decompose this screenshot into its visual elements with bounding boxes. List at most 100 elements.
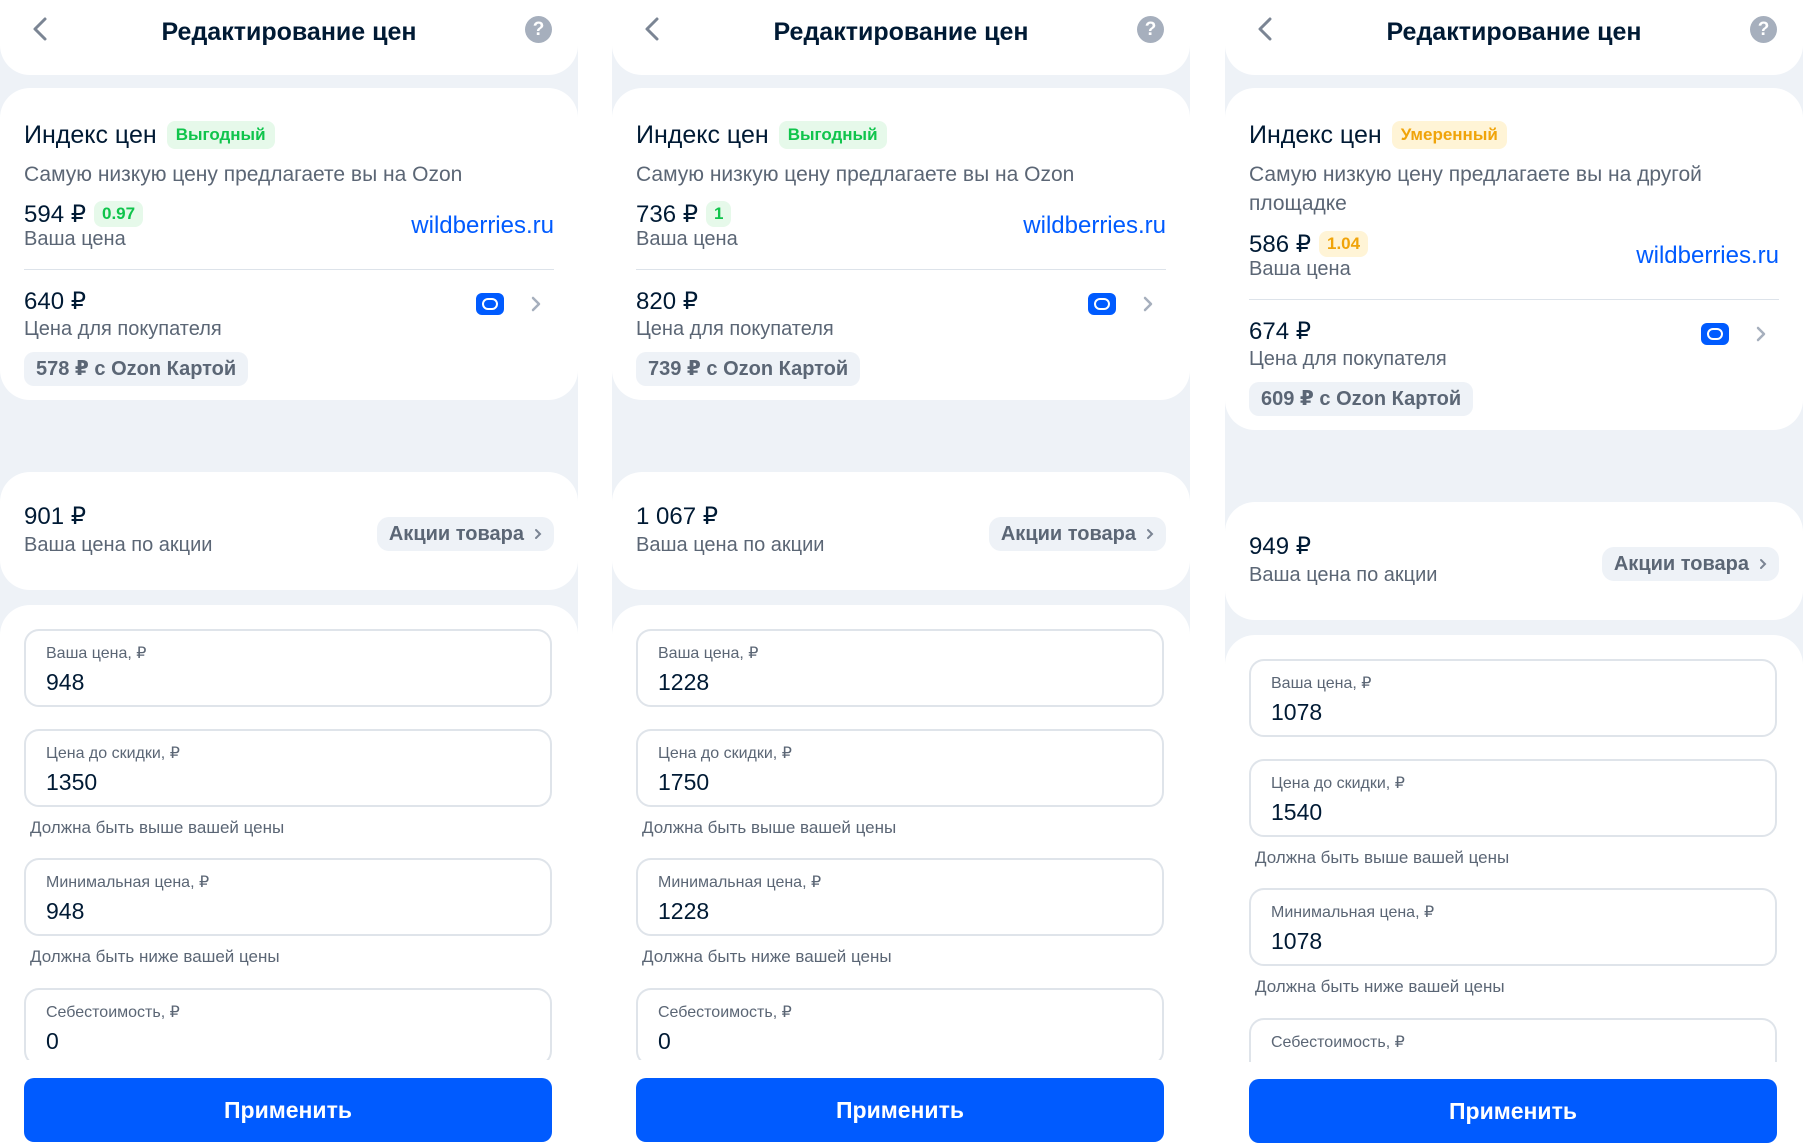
your-price-input[interactable]: 1228: [658, 669, 1138, 696]
chevron-right-icon: [1760, 559, 1767, 569]
price-before-discount-field[interactable]: Цена до скидки, ₽ 1540: [1249, 759, 1777, 837]
chevron-right-icon[interactable]: [1138, 294, 1158, 314]
header-bar: Редактирование цен ?: [1225, 0, 1803, 75]
field-label: Минимальная цена, ₽: [1271, 904, 1435, 921]
min-price-input[interactable]: 1228: [658, 898, 1138, 925]
min-price-field[interactable]: Минимальная цена, ₽ 948: [24, 858, 552, 936]
your-price-field[interactable]: Ваша цена, ₽ 1228: [636, 629, 1164, 707]
your-price-field[interactable]: Ваша цена, ₽ 948: [24, 629, 552, 707]
cost-field[interactable]: Себестоимость, ₽ 0: [24, 988, 552, 1066]
chevron-right-icon: [1147, 529, 1154, 539]
field-label: Цена до скидки, ₽: [46, 745, 180, 762]
field-hint: Должна быть ниже вашей цены: [30, 947, 280, 966]
your-price-input[interactable]: 948: [46, 669, 526, 696]
price-index-row: Индекс цен Выгодный: [24, 118, 275, 152]
buyer-price-value: 674 ₽: [1249, 318, 1311, 345]
field-label: Ваша цена, ₽: [658, 645, 759, 662]
field-label: Себестоимость, ₽: [46, 1004, 180, 1021]
chevron-right-icon[interactable]: [1751, 324, 1771, 344]
field-label: Себестоимость, ₽: [658, 1004, 792, 1021]
price-index-status-badge: Выгодный: [166, 121, 275, 149]
promo-price-value: 949 ₽: [1249, 533, 1311, 560]
competitor-link[interactable]: wildberries.ru: [1023, 212, 1166, 240]
price-before-discount-field[interactable]: Цена до скидки, ₽ 1750: [636, 729, 1164, 807]
buyer-price-value: 640 ₽: [24, 288, 86, 315]
min-price-input[interactable]: 1078: [1271, 928, 1751, 955]
your-price-label: Ваша цена: [636, 228, 738, 250]
ozon-logo-icon[interactable]: [476, 293, 504, 315]
your-price-row: 736 ₽ 1: [636, 197, 732, 231]
ozon-logo-icon[interactable]: [1088, 293, 1116, 315]
buyer-price-label: Цена для покупателя: [636, 318, 834, 340]
price-index-coef-badge: 1.04: [1318, 231, 1369, 257]
screen-3: Редактирование цен ? Индекс цен Умеренны…: [1225, 0, 1803, 1147]
help-icon[interactable]: ?: [1137, 16, 1164, 43]
price-index-label: Индекс цен: [24, 120, 157, 149]
divider: [24, 269, 554, 270]
product-promotions-button[interactable]: Акции товара: [376, 517, 554, 551]
field-hint: Должна быть выше вашей цены: [30, 818, 285, 837]
field-hint: Должна быть выше вашей цены: [642, 818, 897, 837]
field-label: Ваша цена, ₽: [1271, 675, 1372, 692]
divider: [1249, 299, 1779, 300]
your-price-value: 736 ₽: [636, 200, 698, 228]
price-before-discount-input[interactable]: 1540: [1271, 799, 1751, 826]
product-promotions-label: Акции товара: [1000, 523, 1136, 545]
apply-button[interactable]: Применить: [636, 1078, 1164, 1142]
price-before-discount-input[interactable]: 1350: [46, 769, 526, 796]
price-index-card: Индекс цен Выгодный Самую низкую цену пр…: [612, 88, 1190, 400]
price-index-description: Самую низкую цену предлагаете вы на Ozon: [24, 163, 463, 186]
chevron-right-icon: [535, 529, 542, 539]
chevron-right-icon[interactable]: [526, 294, 546, 314]
price-index-card: Индекс цен Выгодный Самую низкую цену пр…: [0, 88, 578, 400]
field-label: Себестоимость, ₽: [1271, 1034, 1405, 1051]
promo-price-label: Ваша цена по акции: [1249, 564, 1438, 586]
ozon-logo-icon[interactable]: [1701, 323, 1729, 345]
promo-price-label: Ваша цена по акции: [24, 534, 213, 556]
field-hint: Должна быть ниже вашей цены: [642, 947, 892, 966]
price-index-description: Самую низкую цену предлагаете вы на Ozon: [636, 163, 1075, 186]
your-price-value: 594 ₽: [24, 200, 86, 228]
help-icon[interactable]: ?: [1750, 16, 1777, 43]
min-price-field[interactable]: Минимальная цена, ₽ 1228: [636, 858, 1164, 936]
competitor-link[interactable]: wildberries.ru: [411, 212, 554, 240]
page-title: Редактирование цен: [161, 18, 417, 46]
price-index-row: Индекс цен Умеренный: [1249, 118, 1507, 152]
price-before-discount-input[interactable]: 1750: [658, 769, 1138, 796]
field-hint: Должна быть выше вашей цены: [1255, 848, 1510, 867]
page-title: Редактирование цен: [1386, 18, 1642, 46]
page-title: Редактирование цен: [773, 18, 1029, 46]
price-index-row: Индекс цен Выгодный: [636, 118, 887, 152]
field-label: Цена до скидки, ₽: [658, 745, 792, 762]
price-before-discount-field[interactable]: Цена до скидки, ₽ 1350: [24, 729, 552, 807]
buyer-price-label: Цена для покупателя: [1249, 348, 1447, 370]
product-promotions-button[interactable]: Акции товара: [988, 517, 1166, 551]
price-index-label: Индекс цен: [1249, 120, 1382, 149]
help-icon[interactable]: ?: [525, 16, 552, 43]
cost-input[interactable]: 0: [46, 1028, 526, 1055]
ozon-card-price-pill: 609 ₽ с Ozon Картой: [1249, 382, 1474, 416]
screen-2: Редактирование цен ? Индекс цен Выгодный…: [612, 0, 1190, 1147]
apply-button[interactable]: Применить: [24, 1078, 552, 1142]
promo-price-value: 1 067 ₽: [636, 503, 718, 530]
your-price-input[interactable]: 1078: [1271, 699, 1751, 726]
your-price-field[interactable]: Ваша цена, ₽ 1078: [1249, 659, 1777, 737]
apply-button[interactable]: Применить: [1249, 1079, 1777, 1143]
cost-input[interactable]: 0: [658, 1028, 1138, 1055]
promo-card: 1 067 ₽ Ваша цена по акции Акции товара: [612, 472, 1190, 590]
price-index-status-badge: Выгодный: [778, 121, 887, 149]
ozon-card-price-pill: 578 ₽ с Ozon Картой: [24, 352, 249, 386]
min-price-input[interactable]: 948: [46, 898, 526, 925]
price-index-coef-badge: 1: [705, 201, 732, 227]
product-promotions-button[interactable]: Акции товара: [1601, 547, 1779, 581]
ozon-card-price-pill: 739 ₽ с Ozon Картой: [636, 352, 861, 386]
cost-field[interactable]: Себестоимость, ₽ 0: [636, 988, 1164, 1066]
price-index-coef-badge: 0.97: [93, 201, 144, 227]
buyer-price-value: 820 ₽: [636, 288, 698, 315]
buyer-price-label: Цена для покупателя: [24, 318, 222, 340]
min-price-field[interactable]: Минимальная цена, ₽ 1078: [1249, 888, 1777, 966]
header-bar: Редактирование цен ?: [0, 0, 578, 75]
competitor-link[interactable]: wildberries.ru: [1636, 242, 1779, 270]
promo-price-value: 901 ₽: [24, 503, 86, 530]
your-price-row: 594 ₽ 0.97: [24, 197, 144, 231]
